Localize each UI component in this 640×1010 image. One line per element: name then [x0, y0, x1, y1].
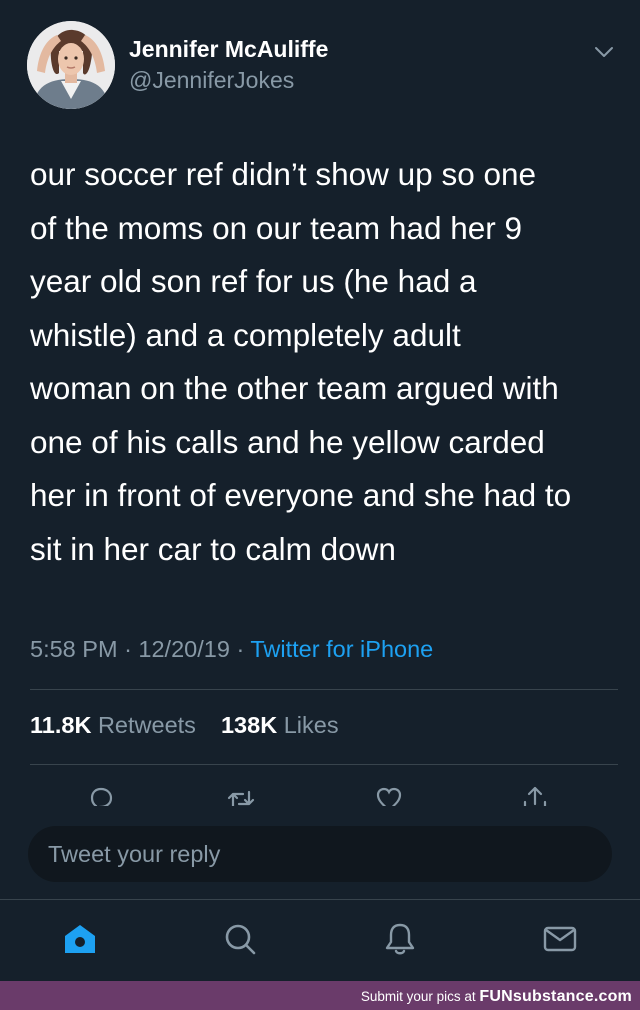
- search-icon[interactable]: [221, 920, 259, 958]
- tweet-date: 12/20/19: [138, 636, 230, 662]
- meta-separator: ·: [124, 636, 132, 662]
- likes-stat[interactable]: 138K Likes: [221, 712, 339, 738]
- likes-count: 138K: [220, 712, 278, 738]
- home-icon[interactable]: [61, 920, 99, 958]
- divider: [30, 764, 618, 765]
- meta-separator: ·: [236, 636, 245, 662]
- reply-input[interactable]: Tweet your reply: [28, 826, 612, 882]
- tweet-time: 5:58 PM: [30, 636, 118, 662]
- tweet-source-link[interactable]: Twitter for iPhone: [250, 636, 433, 662]
- watermark: Submit your pics at FUNsubstance.com: [361, 988, 632, 1006]
- mail-icon[interactable]: [541, 920, 579, 958]
- tweet-stats: 11.8K Retweets 138K Likes: [30, 712, 339, 739]
- watermark-brand: FUNsubstance.com: [479, 988, 632, 1005]
- author-name[interactable]: Jennifer McAuliffe: [129, 36, 328, 63]
- divider: [30, 689, 618, 690]
- author-handle[interactable]: @JenniferJokes: [129, 67, 294, 94]
- tweet-meta: 5:58 PM · 12/20/19 · Twitter for iPhone: [30, 636, 433, 663]
- bell-icon[interactable]: [381, 920, 419, 958]
- avatar[interactable]: [27, 21, 115, 109]
- tweet-text: our soccer ref didn’t show up so one of …: [30, 156, 572, 567]
- retweets-count: 11.8K: [30, 712, 92, 738]
- tabbar-divider: [0, 899, 640, 900]
- chevron-down-icon[interactable]: [592, 40, 616, 64]
- watermark-prefix: Submit your pics at: [360, 989, 476, 1004]
- retweets-label: Retweets: [97, 712, 196, 738]
- likes-label: Likes: [283, 712, 339, 738]
- retweets-stat[interactable]: 11.8K Retweets: [30, 712, 202, 738]
